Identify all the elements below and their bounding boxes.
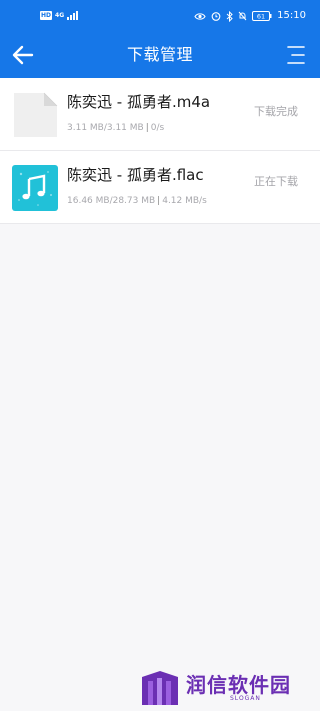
download-list: 陈奕迅 - 孤勇者.m4a 3.11 MB/3.11 MB|0/s 下载完成: [0, 78, 320, 224]
status-right: 61 15:10: [194, 10, 306, 22]
download-item[interactable]: 陈奕迅 - 孤勇者.m4a 3.11 MB/3.11 MB | 0/s 下载完成: [0, 78, 320, 151]
file-name: 陈奕迅 - 孤勇者.flac: [67, 166, 204, 184]
status-bar: HD 4G 61 15:10: [0, 0, 320, 32]
file-progress: 16.46 MB/28.73 MB | 4.12 MB/s: [67, 196, 207, 206]
alarm-icon: [211, 12, 221, 21]
download-status: 正在下载: [254, 175, 298, 188]
menu-button[interactable]: [286, 44, 306, 66]
file-name: 陈奕迅 - 孤勇者.m4a: [67, 93, 211, 111]
size-progress: 3.11 MB/3.11 MB: [67, 123, 144, 133]
hd-badge: HD: [40, 11, 53, 20]
download-speed: 4.12 MB/s: [162, 196, 207, 206]
network-type: 4G: [55, 11, 65, 19]
watermark-text: 润信软件园: [186, 673, 291, 697]
signal-icon: [67, 11, 79, 20]
mute-bell-icon: [238, 11, 247, 21]
watermark: 润信软件园 SLOGAN: [142, 667, 312, 707]
battery-icon: 61: [252, 11, 272, 21]
file-progress: 3.11 MB/3.11 MB | 0/s: [67, 123, 165, 133]
clock: 15:10: [277, 10, 306, 21]
menu-icon: [287, 46, 305, 64]
size-progress: 16.46 MB/28.73 MB: [67, 196, 156, 206]
generic-file-icon: [12, 92, 58, 138]
app-header: 下载管理: [0, 32, 320, 78]
app-screen: HD 4G 61 15:10 下载管理 陈奕迅 - 孤勇者.m4a 3.11 M…: [0, 0, 320, 711]
page-title: 下载管理: [126, 45, 193, 64]
download-item[interactable]: 陈奕迅 - 孤勇者.flac 16.46 MB/28.73 MB | 4.12 MB…: [0, 151, 320, 224]
download-status: 下载完成: [254, 105, 298, 118]
bluetooth-icon: [226, 10, 233, 22]
download-speed: 0/s: [150, 123, 165, 133]
battery-level: 61: [257, 13, 265, 21]
watermark-logo: [142, 671, 178, 705]
eye-icon: [194, 12, 206, 20]
watermark-slogan: SLOGAN: [230, 695, 261, 702]
status-left: HD 4G: [40, 11, 79, 20]
music-file-icon: [12, 165, 58, 211]
